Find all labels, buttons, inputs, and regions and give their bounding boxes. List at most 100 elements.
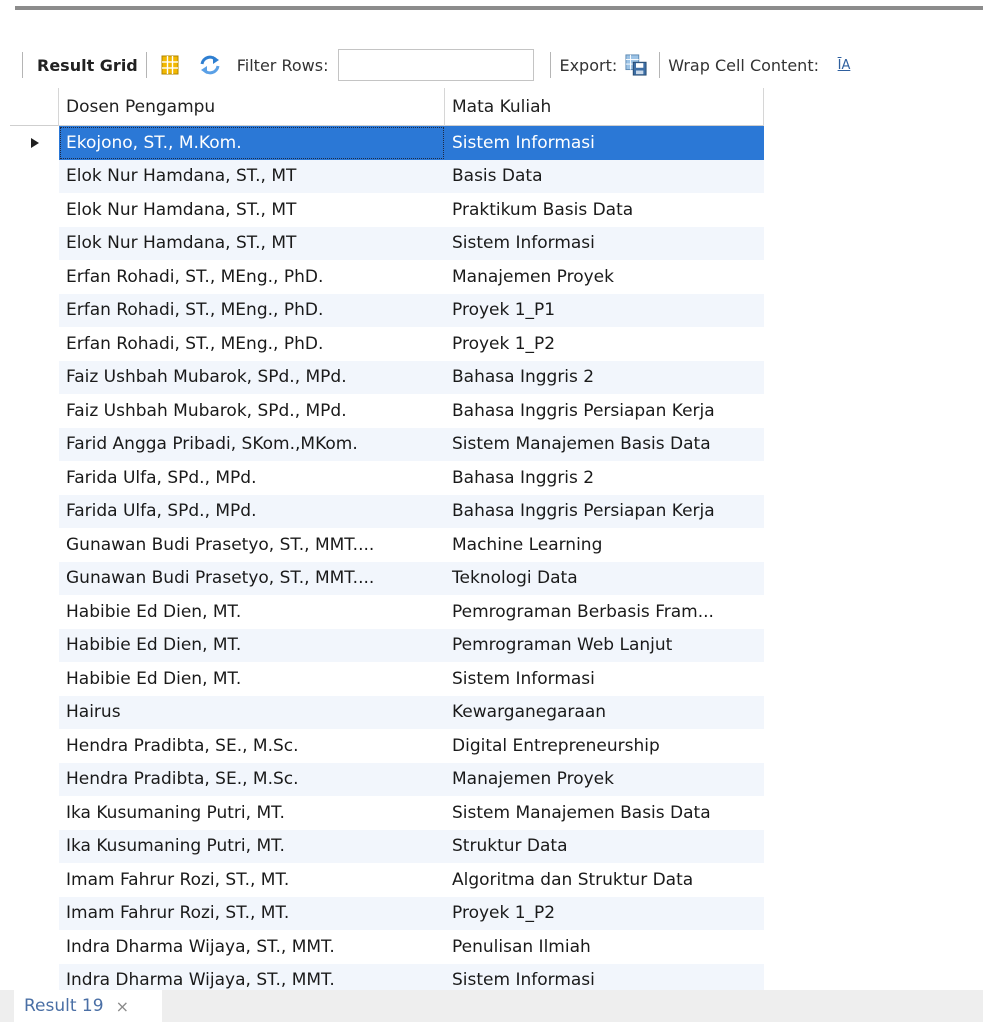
cell-dosen-pengampu[interactable]: Habibie Ed Dien, MT. [59, 595, 445, 629]
row-indicator[interactable] [10, 193, 59, 227]
cell-mata-kuliah[interactable]: Kewarganegaraan [445, 695, 764, 729]
cell-dosen-pengampu[interactable]: Ika Kusumaning Putri, MT. [59, 796, 445, 830]
row-indicator[interactable] [10, 896, 59, 930]
cell-mata-kuliah[interactable]: Manajemen Proyek [445, 762, 764, 796]
grid-layout-icon[interactable] [159, 54, 181, 76]
column-header-dosen-pengampu[interactable]: Dosen Pengampu [59, 88, 445, 126]
table-row[interactable]: Elok Nur Hamdana, ST., MT Basis Data [10, 159, 764, 193]
table-row[interactable]: Indra Dharma Wijaya, ST., MMT. Penulisan … [10, 930, 764, 964]
table-row[interactable]: Imam Fahrur Rozi, ST., MT. Proyek 1_P2 [10, 896, 764, 930]
table-row[interactable]: Imam Fahrur Rozi, ST., MT. Algoritma dan … [10, 863, 764, 897]
filter-rows-input[interactable] [338, 49, 535, 81]
refresh-icon[interactable] [199, 54, 221, 76]
table-row[interactable]: Farida Ulfa, SPd., MPd. Bahasa Inggris 2 [10, 461, 764, 495]
cell-mata-kuliah[interactable]: Penulisan Ilmiah [445, 930, 764, 964]
column-header-mata-kuliah[interactable]: Mata Kuliah [445, 88, 764, 126]
table-row[interactable]: Ekojono, ST., M.Kom. Sistem Informasi [10, 126, 764, 160]
table-row[interactable]: Faiz Ushbah Mubarok, SPd., MPd. Bahasa In… [10, 394, 764, 428]
row-indicator[interactable] [10, 159, 59, 193]
row-indicator[interactable] [10, 226, 59, 260]
table-row[interactable]: Hendra Pradibta, SE., M.Sc. Manajemen Pro… [10, 762, 764, 796]
cell-mata-kuliah[interactable]: Bahasa Inggris Persiapan Kerja [445, 394, 764, 428]
row-indicator[interactable] [10, 126, 59, 160]
row-indicator[interactable] [10, 930, 59, 964]
table-row[interactable]: Habibie Ed Dien, MT. Sistem Informasi [10, 662, 764, 696]
cell-dosen-pengampu[interactable]: Farida Ulfa, SPd., MPd. [59, 494, 445, 528]
table-row[interactable]: Gunawan Budi Prasetyo, ST., MMT.... Machi… [10, 528, 764, 562]
table-row[interactable]: Habibie Ed Dien, MT. Pemrograman Web Lanj… [10, 628, 764, 662]
cell-mata-kuliah[interactable]: Bahasa Inggris 2 [445, 461, 764, 495]
table-row[interactable]: Faiz Ushbah Mubarok, SPd., MPd. Bahasa In… [10, 360, 764, 394]
table-row[interactable]: Ika Kusumaning Putri, MT. Struktur Data [10, 829, 764, 863]
cell-mata-kuliah[interactable]: Praktikum Basis Data [445, 193, 764, 227]
row-indicator[interactable] [10, 494, 59, 528]
cell-dosen-pengampu[interactable]: Erfan Rohadi, ST., MEng., PhD. [59, 260, 445, 294]
cell-dosen-pengampu[interactable]: Ika Kusumaning Putri, MT. [59, 829, 445, 863]
table-row[interactable]: Farid Angga Pribadi, SKom.,MKom. Sistem M… [10, 427, 764, 461]
cell-mata-kuliah[interactable]: Sistem Informasi [445, 226, 764, 260]
table-row[interactable]: Elok Nur Hamdana, ST., MT Praktikum Basis… [10, 193, 764, 227]
table-row[interactable]: Farida Ulfa, SPd., MPd. Bahasa Inggris Pe… [10, 494, 764, 528]
cell-dosen-pengampu[interactable]: Elok Nur Hamdana, ST., MT [59, 193, 445, 227]
cell-dosen-pengampu[interactable]: Faiz Ushbah Mubarok, SPd., MPd. [59, 394, 445, 428]
table-row[interactable]: Hairus Kewarganegaraan [10, 695, 764, 729]
cell-dosen-pengampu[interactable]: Imam Fahrur Rozi, ST., MT. [59, 896, 445, 930]
cell-mata-kuliah[interactable]: Bahasa Inggris 2 [445, 360, 764, 394]
cell-dosen-pengampu[interactable]: Indra Dharma Wijaya, ST., MMT. [59, 930, 445, 964]
row-indicator[interactable] [10, 394, 59, 428]
cell-mata-kuliah[interactable]: Sistem Manajemen Basis Data [445, 796, 764, 830]
cell-mata-kuliah[interactable]: Algoritma dan Struktur Data [445, 863, 764, 897]
export-icon[interactable] [625, 54, 647, 76]
row-indicator[interactable] [10, 561, 59, 595]
row-indicator[interactable] [10, 595, 59, 629]
cell-dosen-pengampu[interactable]: Habibie Ed Dien, MT. [59, 628, 445, 662]
cell-mata-kuliah[interactable]: Manajemen Proyek [445, 260, 764, 294]
cell-dosen-pengampu[interactable]: Hendra Pradibta, SE., M.Sc. [59, 729, 445, 763]
cell-mata-kuliah[interactable]: Proyek 1_P2 [445, 896, 764, 930]
cell-dosen-pengampu[interactable]: Habibie Ed Dien, MT. [59, 662, 445, 696]
cell-mata-kuliah[interactable]: Sistem Manajemen Basis Data [445, 427, 764, 461]
row-indicator[interactable] [10, 427, 59, 461]
row-indicator[interactable] [10, 628, 59, 662]
cell-dosen-pengampu[interactable]: Indra Dharma Wijaya, ST., MMT. [59, 963, 445, 990]
table-row[interactable]: Gunawan Budi Prasetyo, ST., MMT.... Tekno… [10, 561, 764, 595]
panel-divider[interactable] [15, 6, 983, 10]
row-indicator[interactable] [10, 360, 59, 394]
cell-mata-kuliah[interactable]: Pemrograman Berbasis Fram... [445, 595, 764, 629]
table-row[interactable]: Indra Dharma Wijaya, ST., MMT. Sistem Inf… [10, 963, 764, 990]
wrap-cell-content-icon[interactable]: ĪA [833, 54, 855, 76]
cell-mata-kuliah[interactable]: Struktur Data [445, 829, 764, 863]
result-grid-label[interactable]: Result Grid [37, 56, 138, 75]
cell-dosen-pengampu[interactable]: Faiz Ushbah Mubarok, SPd., MPd. [59, 360, 445, 394]
cell-dosen-pengampu[interactable]: Ekojono, ST., M.Kom. [59, 126, 445, 160]
cell-dosen-pengampu[interactable]: Elok Nur Hamdana, ST., MT [59, 226, 445, 260]
row-indicator-header[interactable] [10, 88, 59, 126]
table-row[interactable]: Elok Nur Hamdana, ST., MT Sistem Informas… [10, 226, 764, 260]
row-indicator[interactable] [10, 327, 59, 361]
table-row[interactable]: Habibie Ed Dien, MT. Pemrograman Berbasis… [10, 595, 764, 629]
row-indicator[interactable] [10, 863, 59, 897]
cell-dosen-pengampu[interactable]: Hairus [59, 695, 445, 729]
cell-mata-kuliah[interactable]: Pemrograman Web Lanjut [445, 628, 764, 662]
row-indicator[interactable] [10, 461, 59, 495]
table-row[interactable]: Erfan Rohadi, ST., MEng., PhD. Proyek 1_P… [10, 327, 764, 361]
row-indicator[interactable] [10, 695, 59, 729]
cell-mata-kuliah[interactable]: Sistem Informasi [445, 662, 764, 696]
cell-dosen-pengampu[interactable]: Hendra Pradibta, SE., M.Sc. [59, 762, 445, 796]
row-indicator[interactable] [10, 260, 59, 294]
row-indicator[interactable] [10, 762, 59, 796]
cell-dosen-pengampu[interactable]: Gunawan Budi Prasetyo, ST., MMT.... [59, 561, 445, 595]
cell-mata-kuliah[interactable]: Basis Data [445, 159, 764, 193]
table-row[interactable]: Hendra Pradibta, SE., M.Sc. Digital Entre… [10, 729, 764, 763]
cell-dosen-pengampu[interactable]: Farid Angga Pribadi, SKom.,MKom. [59, 427, 445, 461]
cell-dosen-pengampu[interactable]: Imam Fahrur Rozi, ST., MT. [59, 863, 445, 897]
cell-dosen-pengampu[interactable]: Gunawan Budi Prasetyo, ST., MMT.... [59, 528, 445, 562]
cell-mata-kuliah[interactable]: Digital Entrepreneurship [445, 729, 764, 763]
cell-dosen-pengampu[interactable]: Erfan Rohadi, ST., MEng., PhD. [59, 327, 445, 361]
cell-mata-kuliah[interactable]: Proyek 1_P1 [445, 293, 764, 327]
row-indicator[interactable] [10, 963, 59, 990]
table-row[interactable]: Ika Kusumaning Putri, MT. Sistem Manajeme… [10, 796, 764, 830]
cell-dosen-pengampu[interactable]: Erfan Rohadi, ST., MEng., PhD. [59, 293, 445, 327]
cell-dosen-pengampu[interactable]: Farida Ulfa, SPd., MPd. [59, 461, 445, 495]
row-indicator[interactable] [10, 796, 59, 830]
